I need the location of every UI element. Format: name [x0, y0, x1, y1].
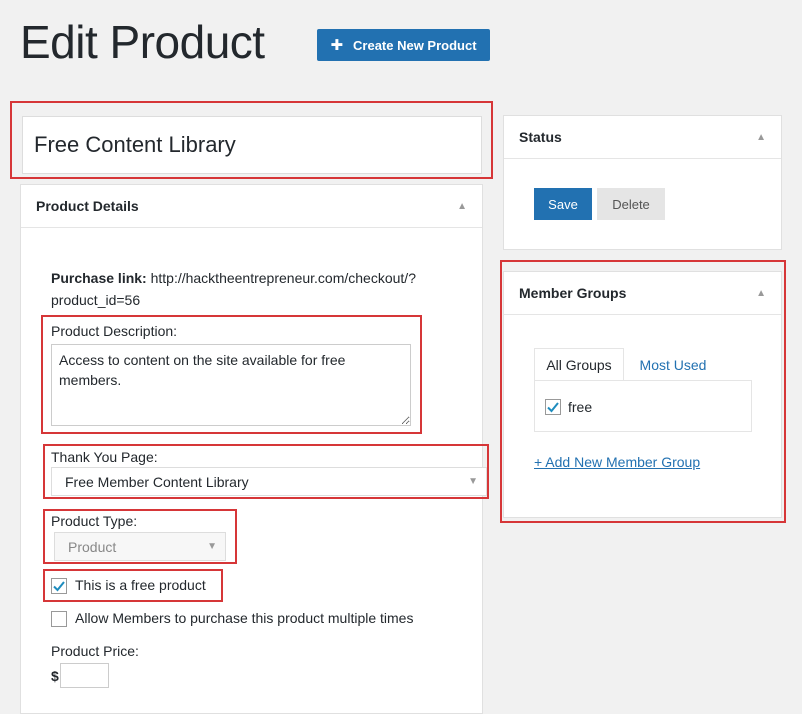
product-details-heading: Product Details [36, 198, 139, 214]
thank-you-label: Thank You Page: [51, 449, 158, 465]
description-label: Product Description: [51, 323, 178, 339]
multiple-purchase-checkbox[interactable] [51, 611, 67, 627]
product-title-input[interactable]: Free Content Library [22, 116, 482, 174]
status-panel: Status ▲ [503, 115, 782, 250]
status-header[interactable]: Status ▲ [504, 116, 781, 159]
thank-you-value: Free Member Content Library [65, 473, 249, 490]
groups-list [534, 380, 752, 432]
create-new-product-label: Create New Product [353, 37, 477, 53]
create-new-product-button[interactable]: ✚ Create New Product [317, 29, 490, 61]
purchase-link-url-2[interactable]: product_id=56 [51, 292, 140, 308]
multiple-purchase-label: Allow Members to purchase this product m… [75, 610, 414, 626]
product-type-value: Product [68, 538, 117, 555]
group-free-label: free [568, 399, 593, 415]
collapse-caret-icon[interactable]: ▲ [756, 132, 766, 143]
checkmark-icon [547, 402, 559, 413]
checkmark-icon [53, 581, 65, 592]
purchase-link: Purchase link: http://hacktheentrepreneu… [51, 267, 471, 311]
currency-symbol: $ [51, 668, 59, 684]
collapse-caret-icon[interactable]: ▲ [457, 201, 467, 212]
free-product-checkbox[interactable] [51, 578, 67, 594]
description-textarea[interactable]: Access to content on the site available … [51, 344, 411, 426]
thank-you-select[interactable]: Free Member Content Library ▼ [51, 467, 487, 496]
dropdown-arrow-icon: ▼ [207, 541, 217, 552]
product-title-value: Free Content Library [34, 132, 236, 157]
status-heading: Status [519, 129, 562, 145]
dropdown-arrow-icon: ▼ [468, 476, 478, 487]
plus-icon: ✚ [330, 37, 344, 54]
add-member-group-link[interactable]: + Add New Member Group [534, 454, 700, 470]
purchase-link-label: Purchase link: [51, 270, 147, 286]
free-product-label: This is a free product [75, 577, 206, 593]
product-details-header[interactable]: Product Details ▲ [21, 185, 482, 228]
group-free-checkbox[interactable] [545, 399, 561, 415]
delete-button[interactable]: Delete [597, 188, 665, 220]
product-price-label: Product Price: [51, 643, 139, 659]
page-title: Edit Product [20, 16, 265, 68]
tab-most-used[interactable]: Most Used [627, 348, 719, 381]
product-price-input[interactable] [60, 663, 109, 688]
product-type-select[interactable]: Product ▼ [54, 532, 226, 561]
product-type-label: Product Type: [51, 513, 138, 529]
purchase-link-url-1[interactable]: http://hacktheentrepreneur.com/checkout/… [151, 270, 416, 286]
tab-all-groups[interactable]: All Groups [534, 348, 624, 381]
save-button[interactable]: Save [534, 188, 592, 220]
